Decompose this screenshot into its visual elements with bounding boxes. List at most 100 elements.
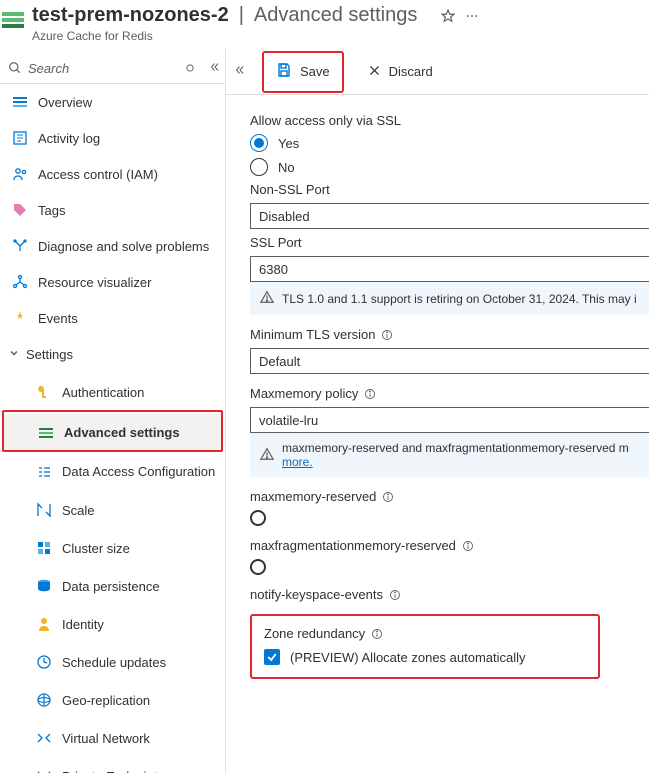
events-icon — [12, 310, 28, 326]
radio-unchecked-icon — [250, 158, 268, 176]
sidebar-item-label: Access control (IAM) — [38, 167, 158, 182]
virtual-network-icon — [36, 730, 52, 746]
tls-warning-banner: TLS 1.0 and 1.1 support is retiring on O… — [250, 282, 649, 315]
maxmemory-policy-label: Maxmemory policy — [250, 386, 358, 401]
info-icon[interactable] — [381, 329, 393, 341]
redis-resource-icon — [2, 8, 24, 30]
sidebar-search-input[interactable]: Search — [2, 53, 181, 83]
maxmemory-banner-text: maxmemory-reserved and maxfragmentationm… — [282, 441, 629, 455]
sidebar-item-label: Tags — [38, 203, 65, 218]
globe-icon — [36, 692, 52, 708]
sidebar-item-tags[interactable]: Tags — [0, 192, 225, 228]
ssl-access-radio-no[interactable]: No — [250, 158, 649, 176]
page-title-sep: | — [239, 4, 244, 27]
min-tls-label: Minimum TLS version — [250, 327, 375, 342]
sidebar-item-identity[interactable]: Identity — [0, 606, 225, 642]
sidebar-group-settings[interactable]: Settings — [0, 336, 225, 372]
sidebar-item-overview[interactable]: Overview — [0, 84, 225, 120]
main-content: Save Discard Allow access only via SSL Y… — [226, 49, 649, 773]
key-icon — [36, 384, 52, 400]
ssl-access-radio-yes[interactable]: Yes — [250, 134, 649, 152]
sidebar-item-label: Geo-replication — [62, 693, 150, 708]
warning-icon — [260, 447, 274, 464]
identity-icon — [36, 616, 52, 632]
info-icon[interactable] — [382, 491, 394, 503]
radio-checked-icon — [250, 134, 268, 152]
sidebar-item-label: Advanced settings — [64, 425, 180, 440]
ssl-port-input[interactable]: 6380 — [250, 256, 649, 282]
sidebar-item-activity-log[interactable]: Activity log — [0, 120, 225, 156]
sidebar-item-data-access-config[interactable]: Data Access Configuration — [0, 454, 225, 490]
sidebar-item-label: Schedule updates — [62, 655, 166, 670]
cluster-icon — [36, 540, 52, 556]
ssl-port-value: 6380 — [259, 262, 288, 277]
maxfrag-reserved-slider[interactable] — [250, 559, 266, 575]
sidebar-item-label: Data Access Configuration — [62, 464, 215, 480]
resource-name: test-prem-nozones-2 — [32, 4, 229, 27]
save-button-label: Save — [300, 64, 330, 79]
diagnose-icon — [12, 238, 28, 254]
private-endpoint-icon — [36, 768, 52, 773]
sidebar-item-scale[interactable]: Scale — [0, 492, 225, 528]
sidebar-item-label: Data persistence — [62, 579, 160, 594]
sidebar-item-access-control[interactable]: Access control (IAM) — [0, 156, 225, 192]
more-actions-icon[interactable] — [465, 9, 479, 23]
page-header: test-prem-nozones-2 | Advanced settings … — [0, 0, 649, 49]
info-icon[interactable] — [389, 589, 401, 601]
non-ssl-port-input[interactable]: Disabled — [250, 203, 649, 229]
sidebar-item-events[interactable]: Events — [0, 300, 225, 336]
sidebar-item-private-endpoint[interactable]: Private Endpoint — [0, 758, 225, 773]
min-tls-select[interactable]: Default — [250, 348, 649, 374]
discard-button[interactable]: Discard — [358, 58, 443, 86]
sidebar-item-data-persistence[interactable]: Data persistence — [0, 568, 225, 604]
page-title: Advanced settings — [254, 4, 417, 27]
sidebar-item-label: Scale — [62, 503, 95, 518]
tags-icon — [12, 202, 28, 218]
sidebar-item-label: Activity log — [38, 131, 100, 146]
maxfrag-reserved-label: maxfragmentationmemory-reserved — [250, 538, 456, 553]
notify-keyspace-label: notify-keyspace-events — [250, 587, 383, 602]
clock-icon — [36, 654, 52, 670]
info-icon[interactable] — [371, 628, 383, 640]
collapse-sidebar-icon[interactable] — [209, 61, 221, 76]
maxmemory-reserved-label: maxmemory-reserved — [250, 489, 376, 504]
non-ssl-port-label: Non-SSL Port — [250, 182, 649, 197]
sidebar-item-virtual-network[interactable]: Virtual Network — [0, 720, 225, 756]
sidebar-item-schedule-updates[interactable]: Schedule updates — [0, 644, 225, 680]
sidebar-item-cluster-size[interactable]: Cluster size — [0, 530, 225, 566]
sidebar-item-diagnose[interactable]: Diagnose and solve problems — [0, 228, 225, 264]
sidebar-item-geo-replication[interactable]: Geo-replication — [0, 682, 225, 718]
warning-icon — [260, 290, 274, 307]
chevron-down-icon — [8, 347, 20, 362]
sidebar-item-label: Authentication — [62, 385, 144, 400]
maxmemory-banner-more-link[interactable]: more. — [282, 455, 313, 469]
access-control-icon — [12, 166, 28, 182]
info-icon[interactable] — [462, 540, 474, 552]
sidebar-item-label: Identity — [62, 617, 104, 632]
scale-icon — [36, 502, 52, 518]
collapse-blade-icon[interactable] — [234, 64, 246, 79]
allocate-zones-checkbox[interactable]: (PREVIEW) Allocate zones automatically — [264, 649, 586, 665]
sidebar-item-resource-visualizer[interactable]: Resource visualizer — [0, 264, 225, 300]
advanced-settings-icon — [38, 424, 54, 440]
info-icon[interactable] — [364, 388, 376, 400]
favorite-star-icon[interactable] — [441, 9, 455, 23]
discard-icon — [368, 64, 381, 80]
sidebar-item-label: Cluster size — [62, 541, 130, 556]
search-placeholder: Search — [28, 61, 69, 76]
maxmemory-policy-select[interactable]: volatile-lru — [250, 407, 649, 433]
min-tls-value: Default — [259, 354, 300, 369]
checklist-icon — [36, 464, 52, 480]
sidebar-item-authentication[interactable]: Authentication — [0, 374, 225, 410]
discard-button-label: Discard — [389, 64, 433, 79]
activity-log-icon — [12, 130, 28, 146]
zone-redundancy-section: Zone redundancy (PREVIEW) Allocate zones… — [250, 614, 600, 679]
sidebar-item-advanced-settings[interactable]: Advanced settings — [4, 414, 221, 450]
zone-redundancy-label: Zone redundancy — [264, 626, 365, 641]
overview-icon — [12, 94, 28, 110]
save-button[interactable]: Save — [266, 58, 340, 86]
search-dropdown-icon[interactable] — [185, 61, 195, 76]
ssl-access-label: Allow access only via SSL — [250, 113, 649, 128]
sidebar-item-label: Overview — [38, 95, 92, 110]
maxmemory-reserved-slider[interactable] — [250, 510, 266, 526]
